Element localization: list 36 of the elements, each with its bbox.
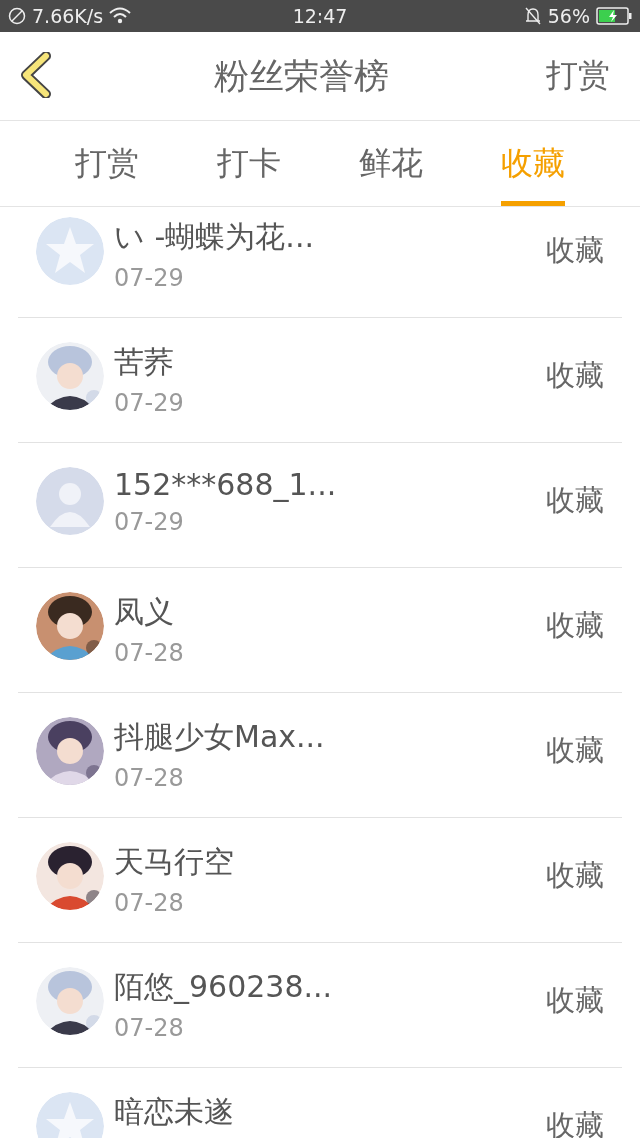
avatar-icon — [36, 467, 104, 535]
page-title: 粉丝荣誉榜 — [212, 54, 390, 98]
user-name: い -蝴蝶为花... — [114, 218, 315, 256]
muted-bell-icon — [523, 6, 542, 26]
battery-icon — [596, 7, 632, 25]
date: 07-28 — [114, 1014, 185, 1042]
user-name: 暗恋未遂 — [114, 1093, 235, 1131]
action-label: 收藏 — [546, 982, 604, 1019]
user-name: 天马行空 — [114, 843, 235, 881]
date: 07-28 — [114, 639, 185, 667]
user-name: 凤义 — [114, 593, 175, 631]
action-label: 收藏 — [546, 732, 604, 769]
date: 07-29 — [114, 389, 185, 417]
battery-percent: 56% — [547, 5, 590, 27]
action-label: 收藏 — [546, 607, 604, 644]
action-label: 收藏 — [546, 357, 604, 394]
date: 07-28 — [114, 889, 185, 917]
reward-button[interactable]: 打赏 — [546, 54, 610, 98]
date: 07-29 — [114, 508, 185, 536]
user-name: 152***688_1... — [114, 467, 338, 502]
action-label: 收藏 — [546, 232, 604, 269]
date: 07-29 — [114, 264, 185, 292]
blocked-icon — [8, 7, 26, 25]
wifi-icon — [109, 7, 132, 25]
action-label: 收藏 — [546, 482, 604, 519]
tab[interactable]: 打卡 — [217, 121, 281, 206]
user-name: 苦荞 — [114, 343, 175, 381]
action-label: 收藏 — [546, 857, 604, 894]
star-avatar-icon — [36, 217, 104, 285]
user-name: 陌悠_960238... — [114, 968, 334, 1006]
clock: 12:47 — [292, 5, 348, 27]
user-name: 抖腿少女Max... — [114, 718, 326, 756]
network-speed: 7.66K/s — [32, 5, 104, 27]
tab[interactable]: 鲜花 — [359, 121, 423, 206]
date: 07-28 — [114, 764, 185, 792]
tab[interactable]: 打赏 — [75, 121, 139, 206]
